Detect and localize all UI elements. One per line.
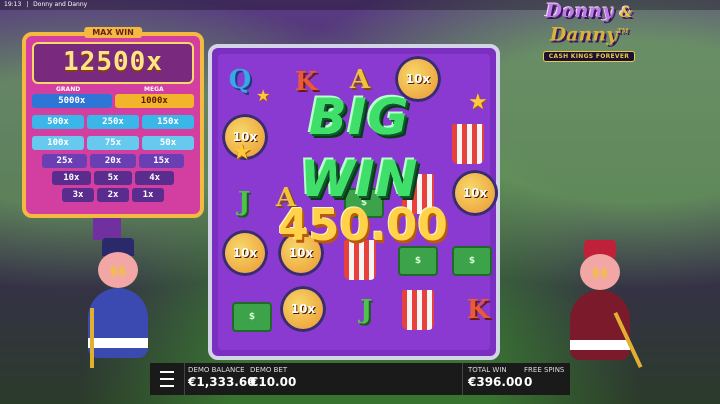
jackpot-cell: 1x [132, 188, 164, 202]
bet-label: DEMO BET [250, 366, 288, 374]
jackpot-row-3: 100x 75x 50x [32, 136, 194, 150]
dollar-eyes: $$ [109, 264, 127, 278]
logo-trademark: TM [617, 28, 629, 35]
jackpot-cell: 150x [142, 115, 194, 129]
jackpot-cell: 250x [87, 115, 139, 129]
menu-icon[interactable] [156, 369, 178, 389]
jackpot-cell: 3x [62, 188, 94, 202]
symbol-j: J [359, 295, 373, 325]
max-win-value: 12500x [32, 42, 194, 84]
app-title: Donny and Danny [33, 1, 88, 8]
bottom-bar: DEMO BALANCE €1,333.60 DEMO BET €10.00 T… [150, 363, 570, 395]
jackpot-cell: 15x [138, 154, 184, 168]
balance-label: DEMO BALANCE [188, 366, 245, 374]
mega-label: MEGA [144, 86, 164, 93]
logo-ampersand: & [619, 5, 633, 21]
grand-label: GRAND [56, 86, 81, 93]
character-donny: $$ [84, 238, 154, 368]
cash-symbol: $ [232, 302, 272, 332]
divider [462, 363, 463, 395]
jackpot-cell: 500x [32, 115, 84, 129]
free-spins-value: 0 [524, 375, 533, 389]
jackpot-cell: 50x [142, 136, 194, 150]
jackpot-board: MAX WIN 12500x GRAND MEGA 5000x 1000x 50… [22, 27, 204, 218]
total-win-display: TOTAL WIN €396.00 [468, 366, 523, 390]
jackpot-row-2: 500x 250x 150x [32, 115, 194, 129]
big-win-title: BIG WIN [299, 88, 419, 208]
jackpot-cell: 5x [93, 171, 133, 185]
jackpot-mega-value: 1000x [114, 94, 194, 108]
star-icon: ★ [468, 90, 488, 115]
total-win-value: €396.00 [468, 375, 523, 389]
star-icon: ★ [232, 140, 252, 165]
game-logo: Donny & DannyTM CASH KINGS FOREVER [533, 0, 645, 63]
logo-word-donny: Donny [545, 0, 614, 22]
balance-value: €1,333.60 [188, 375, 256, 389]
free-spins-display: FREE SPINS 0 [524, 366, 564, 390]
logo-tagline: CASH KINGS FOREVER [542, 51, 636, 63]
jackpot-cell: 75x [87, 136, 139, 150]
total-win-label: TOTAL WIN [468, 366, 507, 374]
jackpot-row-4: 25x 20x 15x [42, 154, 184, 168]
clock: 19:13 [4, 1, 22, 8]
popcorn-symbol [402, 290, 434, 330]
status-separator: | [26, 1, 29, 8]
jackpot-grand-value: 5000x [32, 94, 112, 108]
bet-value: €10.00 [250, 375, 297, 389]
max-win-label: MAX WIN [84, 27, 142, 38]
free-spins-label: FREE SPINS [524, 366, 565, 374]
balance-display: DEMO BALANCE €1,333.60 [188, 366, 256, 390]
logo-word-danny: Danny [549, 23, 618, 46]
bet-display[interactable]: DEMO BET €10.00 [250, 366, 296, 390]
dollar-eyes: $$ [591, 266, 609, 280]
jackpot-cell: 2x [97, 188, 129, 202]
jackpot-cell: 100x [32, 136, 84, 150]
divider [184, 363, 185, 395]
multiplier-symbol: 10x [280, 286, 326, 332]
board-stand [93, 218, 121, 240]
jackpot-row-6: 3x 2x 1x [62, 188, 164, 202]
symbol-k: K [466, 295, 490, 325]
win-amount: 450.00 [278, 200, 448, 251]
jackpot-row-5: 10x 5x 4x [52, 171, 175, 185]
jackpot-cell: 20x [90, 154, 136, 168]
jackpot-row-1: 5000x 1000x [32, 94, 194, 108]
character-danny: $$ [566, 240, 643, 370]
jackpot-cell: 25x [42, 154, 88, 168]
jackpot-cell: 10x [52, 171, 91, 185]
jackpot-cell: 4x [135, 171, 175, 185]
